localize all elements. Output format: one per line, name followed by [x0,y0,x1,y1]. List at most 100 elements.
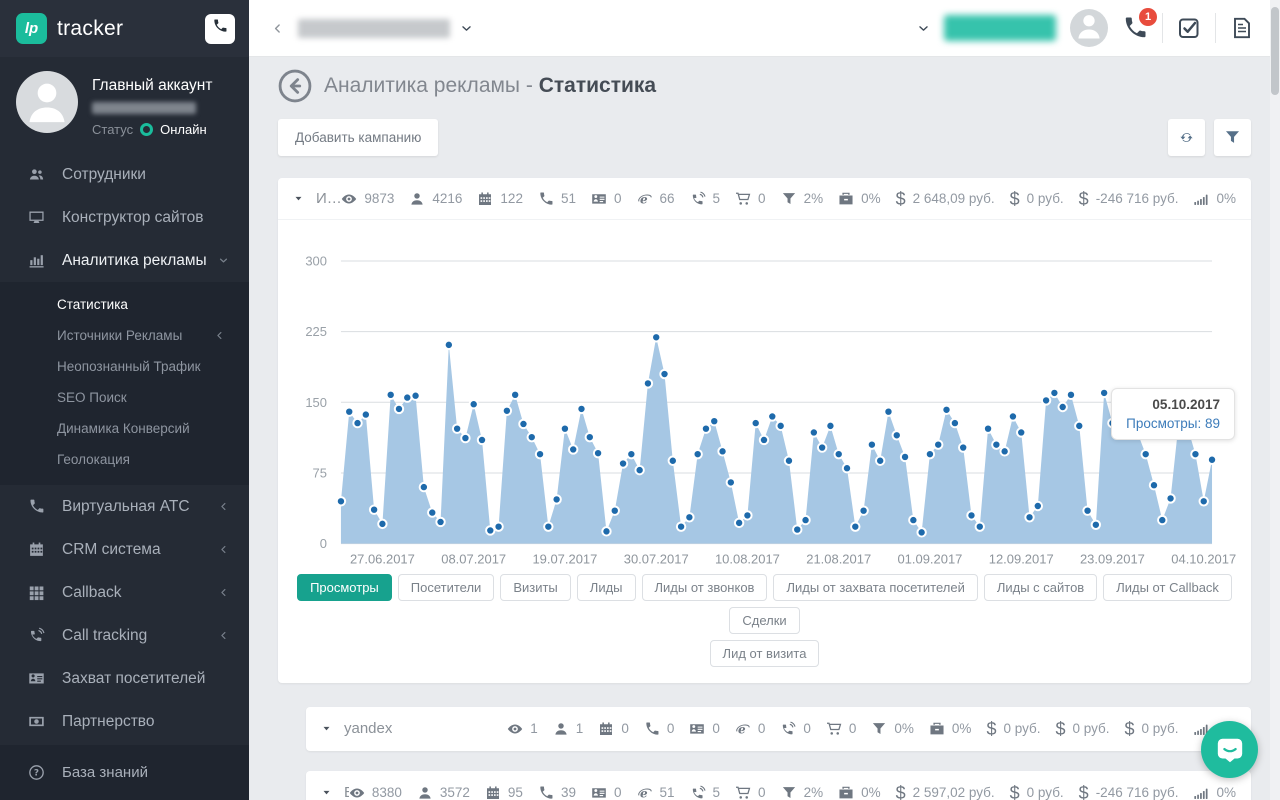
sidebar: lp tracker Главный аккаунт Статус Онлайн… [0,0,249,800]
sidebar-item-call-tracking[interactable]: Call tracking [0,614,249,657]
funnel-icon [1224,129,1241,146]
svg-text:19.07.2017: 19.07.2017 [532,552,597,567]
calls-button[interactable]: 1 [1122,15,1148,41]
scrollbar-thumb[interactable] [1271,7,1279,95]
tasks-button[interactable] [1177,16,1201,40]
user-icon [417,785,433,800]
stat-value: 2% [804,785,824,800]
blurred-phone-number [944,15,1056,41]
question-icon: ? [28,764,48,781]
sidebar-subitem-unknown-traffic[interactable]: Неопознанный Трафик [0,351,249,382]
divider [1162,13,1163,43]
eye-icon [341,191,357,207]
avatar[interactable] [1070,9,1108,47]
svg-text:12.09.2017: 12.09.2017 [989,552,1054,567]
stat-user: 1 [553,721,584,737]
metric-filter-button-5[interactable]: Лиды от захвата посетителей [773,574,977,601]
refresh-button[interactable] [1168,119,1205,156]
metric-filter-button-3[interactable]: Лиды [577,574,636,601]
stat-dollar: $2 648,09 руб. [896,190,995,208]
source-stats: 8380357295390e51502%0%$2 597,02 руб.$0 р… [349,784,1236,800]
chart-tooltip: 05.10.2017 Просмотры: 89 [1111,388,1235,440]
campaign-panel: Источники Р... 98734216122510e66502%0%$2… [278,178,1251,683]
sidebar-item-partnership[interactable]: Партнерство [0,700,249,743]
stat-dollar: $-246 716 руб. [1079,784,1179,800]
users-icon [28,166,48,183]
id-card-icon [591,191,607,207]
metric-filter-button-4[interactable]: Лиды от звонков [642,574,768,601]
funnel-icon [781,191,797,207]
brand-name: tracker [57,17,123,41]
phone-icon [212,18,228,39]
blurred-company-selector[interactable] [298,19,450,38]
stat-value: 1 [576,721,584,736]
avatar[interactable] [16,71,78,133]
stat-dollar: $0 руб. [986,720,1040,738]
banknote-icon [28,713,48,730]
stat-value: 0 руб. [1003,721,1040,736]
stat-user: 3572 [417,785,470,800]
sidebar-phone-button[interactable] [205,14,235,44]
documents-button[interactable] [1230,16,1254,40]
chevron-left-icon[interactable] [271,22,284,35]
blurred-username [92,102,196,114]
chevron-left-icon [218,587,229,598]
chevron-down-icon[interactable] [460,22,473,35]
metric-filter-button-7[interactable]: Лиды от Callback [1103,574,1232,601]
metric-filter-button-0[interactable]: Просмотры [297,574,392,601]
chevron-down-icon[interactable] [917,22,930,35]
metric-filter-button-0[interactable]: Лид от визита [710,640,820,667]
sidebar-subitem-label: Динамика Конверсий [57,421,190,436]
sidebar-subitem-geolocation[interactable]: Геолокация [0,444,249,475]
metric-filter-button-1[interactable]: Посетители [398,574,495,601]
chevron-left-icon [214,330,225,341]
sidebar-item-crm[interactable]: CRM система [0,528,249,571]
stat-phone: 0 [644,721,675,737]
metric-filter-button-6[interactable]: Лиды с сайтов [984,574,1097,601]
status-value: Онлайн [160,122,207,137]
sidebar-subitem-ad-sources[interactable]: Источники Рекламы [0,320,249,351]
caret-down-icon[interactable] [321,723,332,734]
add-campaign-button[interactable]: Добавить кампанию [278,119,438,156]
stat-dollar: $0 руб. [1010,784,1064,800]
sidebar-subitem-label: Неопознанный Трафик [57,359,201,374]
scrollbar[interactable] [1270,0,1280,800]
stat-value: 39 [561,785,576,800]
filter-button[interactable] [1214,119,1251,156]
dollar-icon: $ [1079,784,1089,800]
sidebar-subitem-seo-search[interactable]: SEO Поиск [0,382,249,413]
sidebar-item-virtual-pbx[interactable]: Виртуальная АТС [0,485,249,528]
user-icon [553,721,569,737]
sidebar-item-site-builder[interactable]: Конструктор сайтов [0,196,249,239]
caret-down-icon[interactable] [321,787,332,798]
svg-text:0: 0 [320,536,327,551]
chat-widget-button[interactable] [1201,721,1258,778]
caret-down-icon[interactable] [293,193,304,204]
sidebar-item-knowledge-base[interactable]: ? База знаний [0,745,249,800]
sidebar-item-callback[interactable]: Callback [0,571,249,614]
dollar-icon: $ [1079,190,1089,208]
id-card-icon [591,785,607,800]
sidebar-item-ad-analytics[interactable]: Аналитика рекламы [0,239,249,282]
briefcase-icon [838,785,854,800]
stat-value: 0 руб. [1027,785,1064,800]
phone-icon [28,498,48,515]
metric-filter-button-2[interactable]: Визиты [500,574,570,601]
stat-value: 0 [849,721,857,736]
svg-text:30.07.2017: 30.07.2017 [624,552,689,567]
stat-value: 0% [1216,785,1236,800]
grid-icon [28,584,48,601]
sidebar-item-visitor-capture[interactable]: Захват посетителей [0,657,249,700]
stat-value: 0 [614,191,622,206]
id-card-icon [28,670,48,687]
back-button[interactable] [278,69,312,103]
sidebar-subitem-conversion-dynamics[interactable]: Динамика Конверсий [0,413,249,444]
sidebar-subitem-statistics[interactable]: Статистика [0,289,249,320]
stat-browser: e66 [637,191,675,207]
sidebar-item-employees[interactable]: Сотрудники [0,153,249,196]
svg-text:e: e [640,786,648,800]
chevron-down-icon [218,255,229,266]
metric-filter-button-8[interactable]: Сделки [729,607,799,634]
views-area-chart[interactable]: 07515022530027.06.201708.07.201719.07.20… [293,220,1236,572]
dollar-icon: $ [1010,784,1020,800]
